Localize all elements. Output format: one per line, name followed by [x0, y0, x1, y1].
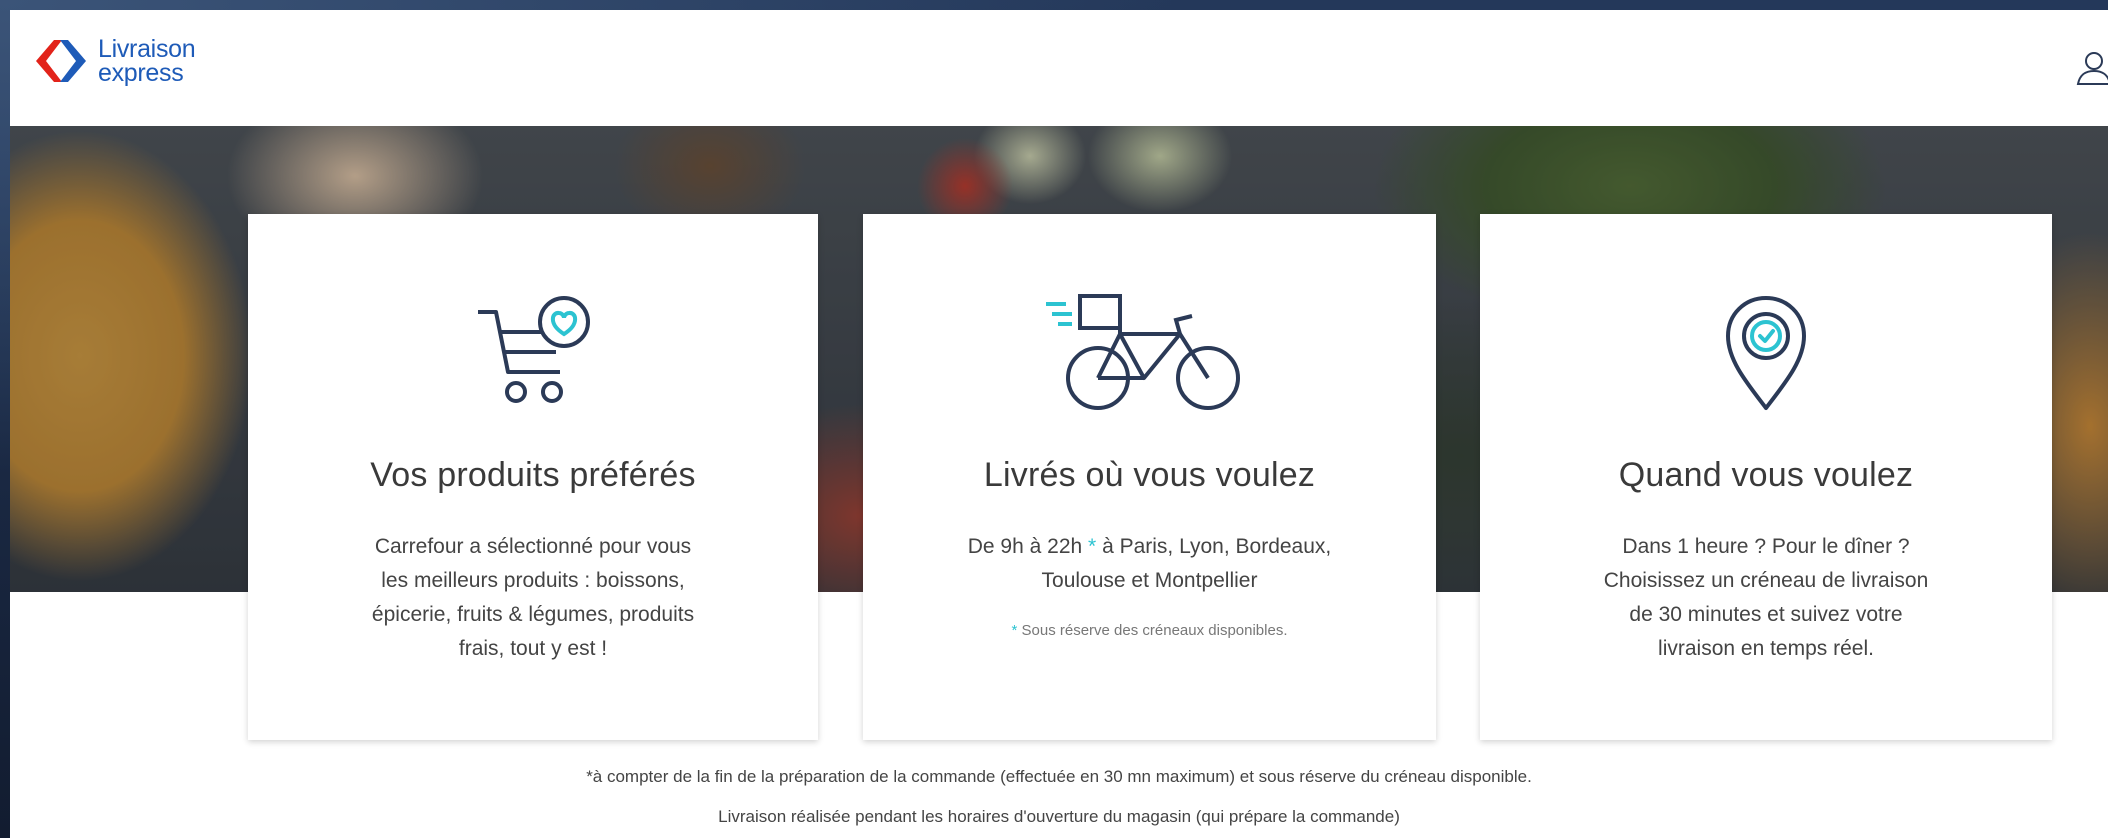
feature-card-delivery: Livrés où vous voulez De 9h à 22h * à Pa…: [863, 214, 1436, 740]
card-line: livraison en temps réel.: [1658, 637, 1874, 660]
card-title: Quand vous voulez: [1618, 456, 1914, 494]
card-line: Carrefour a sélectionné pour vous: [374, 535, 692, 558]
card-line: épicerie, fruits & légumes, produits: [371, 603, 695, 626]
card-footnote: * Sous réserve des créneaux disponibles.: [863, 622, 1436, 639]
web-page: Livraison express Vos produits préférés …: [10, 10, 2108, 838]
hours-text: De 9h à 22h: [967, 535, 1083, 558]
shopping-cart-heart-icon: [478, 296, 590, 403]
feature-card-timing: Quand vous voulez Dans 1 heure ? Pour le…: [1480, 214, 2052, 740]
location-clock-pin-icon: [1726, 296, 1806, 410]
brand-logo[interactable]: Livraison express: [32, 32, 196, 90]
card-title: Vos produits préférés: [370, 456, 696, 494]
card-line: Toulouse et Montpellier: [1041, 569, 1258, 592]
delivery-bike-icon: [1045, 294, 1240, 410]
asterisk: *: [1011, 622, 1018, 639]
card-title: Livrés où vous voulez: [983, 456, 1316, 494]
carrefour-logo-icon: [36, 40, 86, 82]
brand-name: Livraison express: [98, 35, 196, 87]
card-line: de 30 minutes et suivez votre: [1629, 603, 1903, 626]
brand-line-1: Livraison: [98, 35, 196, 63]
cities-text: à Paris, Lyon, Bordeaux,: [1102, 535, 1332, 558]
card-line: Choisissez un créneau de livraison: [1603, 569, 1929, 592]
feature-card-products: Vos produits préférés Carrefour a sélect…: [248, 214, 818, 740]
site-header: Livraison express: [10, 10, 2108, 126]
brand-line-2: express: [98, 59, 184, 87]
card-line: les meilleurs produits : boissons,: [381, 569, 685, 592]
card-line: Dans 1 heure ? Pour le dîner ?: [1622, 535, 1910, 558]
delivery-footnote: *à compter de la fin de la préparation d…: [586, 767, 1532, 786]
store-hours-footnote: Livraison réalisée pendant les horaires …: [718, 807, 1400, 826]
note-text: Sous réserve des créneaux disponibles.: [1021, 622, 1288, 639]
user-icon[interactable]: [2074, 48, 2108, 88]
asterisk: *: [1088, 535, 1097, 558]
card-line: De 9h à 22h * à Paris, Lyon, Bordeaux,: [968, 530, 1332, 564]
card-description: De 9h à 22h * à Paris, Lyon, Bordeaux, T…: [968, 530, 1332, 598]
card-description: Carrefour a sélectionné pour vous les me…: [372, 530, 694, 666]
card-description: Dans 1 heure ? Pour le dîner ? Choisisse…: [1604, 530, 1929, 666]
card-line: frais, tout y est !: [458, 637, 608, 660]
